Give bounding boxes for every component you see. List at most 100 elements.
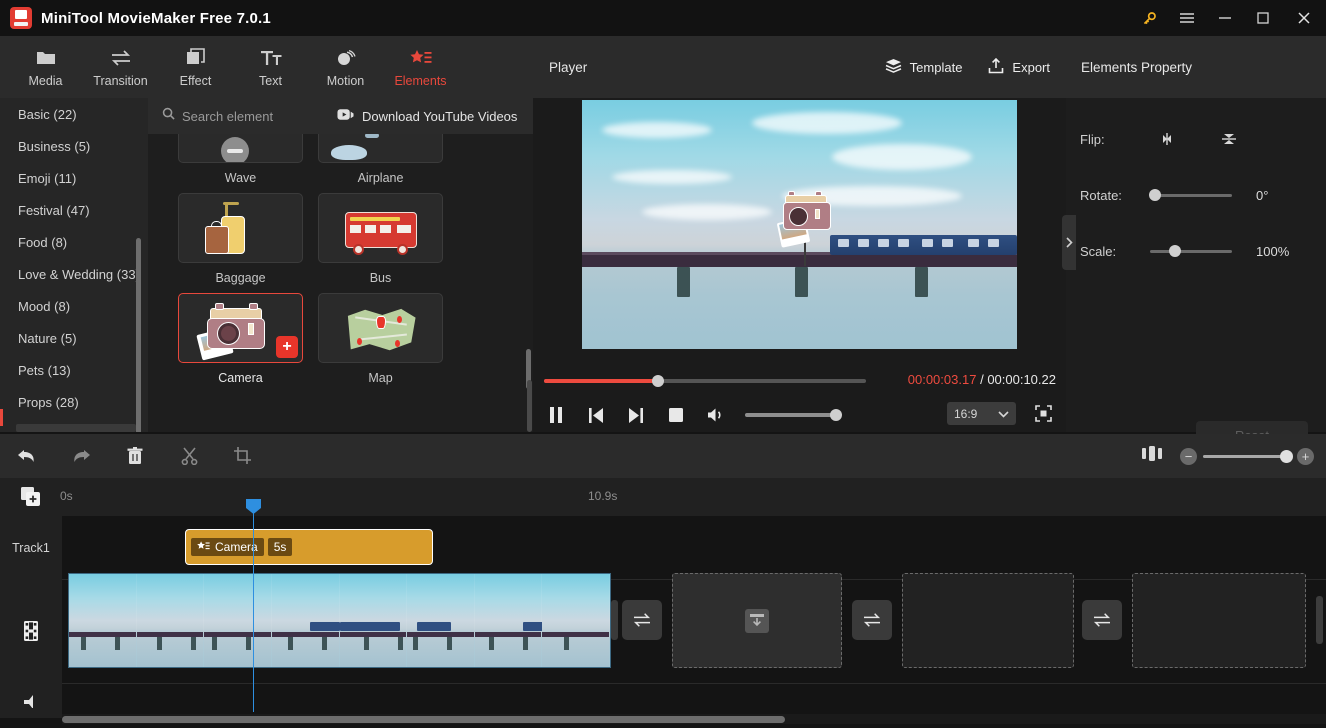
transition-button-1[interactable] bbox=[622, 600, 662, 640]
element-thumbnail bbox=[178, 134, 303, 163]
scale-handle[interactable] bbox=[1169, 245, 1181, 257]
redo-button[interactable] bbox=[54, 434, 108, 478]
category-scrollbar[interactable] bbox=[136, 238, 141, 432]
tab-media[interactable]: Media bbox=[8, 39, 83, 95]
flip-horizontal-icon[interactable] bbox=[1150, 127, 1184, 151]
timeline-zoom-handle[interactable] bbox=[1280, 450, 1293, 463]
transition-button-2[interactable] bbox=[852, 600, 892, 640]
clip-trim-handle-right[interactable] bbox=[611, 600, 618, 640]
zoom-out-button[interactable]: − bbox=[1180, 448, 1197, 465]
element-card-wave[interactable]: Wave bbox=[178, 134, 303, 193]
stop-button[interactable] bbox=[659, 398, 693, 432]
category-business[interactable]: Business (5) bbox=[0, 130, 148, 162]
aspect-ratio-select[interactable]: 16:9 bbox=[947, 402, 1016, 425]
minimize-icon[interactable] bbox=[1206, 0, 1244, 36]
rotate-label: Rotate: bbox=[1080, 188, 1150, 203]
category-pets[interactable]: Pets (13) bbox=[0, 354, 148, 386]
next-frame-button[interactable] bbox=[619, 398, 653, 432]
delete-button[interactable] bbox=[108, 434, 162, 478]
flip-vertical-icon[interactable] bbox=[1212, 127, 1246, 151]
menu-icon[interactable] bbox=[1168, 0, 1206, 36]
preview-canvas[interactable] bbox=[582, 100, 1017, 349]
category-festival[interactable]: Festival (47) bbox=[0, 194, 148, 226]
category-props[interactable]: Props (28) bbox=[0, 386, 148, 418]
scale-slider[interactable] bbox=[1150, 250, 1232, 253]
category-love-wedding[interactable]: Love & Wedding (33) bbox=[0, 258, 148, 290]
element-grid-pane[interactable]: Wave Airplane bbox=[148, 134, 533, 432]
seek-handle[interactable] bbox=[652, 375, 664, 387]
tab-transition[interactable]: Transition bbox=[83, 39, 158, 95]
timeline-right-edge-handle[interactable] bbox=[1316, 596, 1323, 644]
tab-text[interactable]: Text bbox=[233, 39, 308, 95]
previous-frame-button[interactable] bbox=[579, 398, 613, 432]
undo-button[interactable] bbox=[0, 434, 54, 478]
seek-slider[interactable] bbox=[544, 379, 866, 383]
zoom-in-button[interactable]: + bbox=[1297, 448, 1314, 465]
element-thumbnail: + bbox=[178, 293, 303, 363]
pause-button[interactable] bbox=[539, 398, 573, 432]
category-basic[interactable]: Basic (22) bbox=[0, 98, 148, 130]
title-bar: MiniTool MovieMaker Free 7.0.1 bbox=[0, 0, 1326, 36]
bridge-region bbox=[582, 255, 1017, 267]
category-nature[interactable]: Nature (5) bbox=[0, 322, 148, 354]
timeline-ruler[interactable]: 0s 10.9s bbox=[0, 478, 1326, 516]
add-element-badge[interactable]: + bbox=[276, 336, 298, 358]
tab-motion[interactable]: Motion bbox=[308, 39, 383, 95]
element-card-airplane[interactable]: Airplane bbox=[318, 134, 443, 193]
rotate-handle[interactable] bbox=[1149, 189, 1161, 201]
media-placeholder-3[interactable] bbox=[1132, 573, 1306, 668]
download-youtube-button[interactable]: Download YouTube Videos bbox=[337, 108, 517, 124]
app-window: MiniTool MovieMaker Free 7.0.1 bbox=[0, 0, 1326, 728]
timeline-horizontal-scrollbar[interactable] bbox=[62, 714, 1326, 724]
track-label: Track1 bbox=[12, 541, 50, 555]
category-emoji[interactable]: Emoji (11) bbox=[0, 162, 148, 194]
track-header-video[interactable] bbox=[0, 580, 62, 684]
add-media-icon[interactable] bbox=[21, 487, 41, 512]
volume-handle[interactable] bbox=[830, 409, 842, 421]
property-panel-collapse-button[interactable] bbox=[1062, 215, 1076, 270]
element-card-baggage[interactable]: Baggage bbox=[178, 193, 303, 293]
fullscreen-icon[interactable] bbox=[1035, 405, 1052, 427]
license-key-icon[interactable] bbox=[1130, 0, 1168, 36]
timeline-zoom-slider[interactable] bbox=[1203, 455, 1291, 458]
close-icon[interactable] bbox=[1282, 0, 1326, 36]
volume-slider[interactable] bbox=[745, 413, 840, 417]
template-button[interactable]: Template bbox=[885, 58, 963, 76]
volume-button[interactable] bbox=[699, 398, 733, 432]
panel-resize-handle[interactable] bbox=[527, 380, 532, 432]
element-card-map[interactable]: Map bbox=[318, 293, 443, 393]
tab-effect[interactable]: Effect bbox=[158, 39, 233, 95]
media-placeholder-2[interactable] bbox=[902, 573, 1074, 668]
film-strip-icon bbox=[22, 621, 40, 644]
element-caption: Camera bbox=[178, 363, 303, 393]
ruler-label-start: 0s bbox=[60, 489, 73, 503]
category-food[interactable]: Food (8) bbox=[0, 226, 148, 258]
export-button[interactable]: Export bbox=[988, 58, 1050, 77]
element-card-bus[interactable]: Bus bbox=[318, 193, 443, 293]
track-header-audio[interactable] bbox=[0, 684, 62, 718]
audio-track-icon bbox=[22, 692, 40, 711]
playhead[interactable] bbox=[253, 500, 254, 712]
export-label: Export bbox=[1012, 60, 1050, 75]
element-category-sidebar[interactable]: Basic (22) Business (5) Emoji (11) Festi… bbox=[0, 98, 148, 432]
category-label: Basic (22) bbox=[18, 107, 77, 122]
element-clip-camera[interactable]: Camera 5s bbox=[185, 529, 433, 565]
transition-button-3[interactable] bbox=[1082, 600, 1122, 640]
rotate-slider[interactable] bbox=[1150, 194, 1232, 197]
element-card-camera[interactable]: + Camera bbox=[178, 293, 303, 393]
scale-row: Scale: 100% bbox=[1066, 236, 1326, 266]
camera-sticker-overlay[interactable] bbox=[775, 188, 837, 250]
search-container[interactable] bbox=[162, 107, 322, 125]
split-button[interactable] bbox=[162, 434, 216, 478]
maximize-icon[interactable] bbox=[1244, 0, 1282, 36]
scrollbar-thumb[interactable] bbox=[62, 716, 785, 723]
search-input[interactable] bbox=[182, 109, 322, 124]
crop-button[interactable] bbox=[216, 434, 270, 478]
video-clip[interactable] bbox=[68, 573, 611, 668]
fit-to-timeline-icon[interactable] bbox=[1142, 446, 1162, 466]
tab-elements[interactable]: Elements bbox=[383, 39, 458, 95]
category-mood[interactable]: Mood (8) bbox=[0, 290, 148, 322]
media-placeholder-1[interactable] bbox=[672, 573, 842, 668]
aspect-ratio-value: 16:9 bbox=[954, 407, 977, 421]
track-header-track1[interactable]: Track1 bbox=[0, 516, 62, 580]
